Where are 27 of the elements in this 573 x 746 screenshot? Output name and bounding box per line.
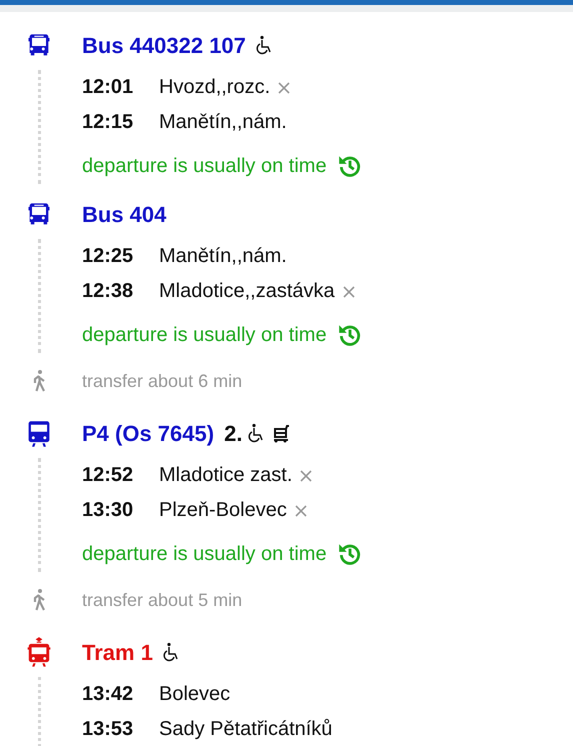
line-title[interactable]: P4 (Os 7645) bbox=[82, 421, 214, 447]
line-title[interactable]: Bus 440322 107 bbox=[82, 33, 246, 59]
stop-name: Manětín,,nám. bbox=[159, 245, 287, 268]
stop-name: Hvozd,,rozc. bbox=[159, 76, 270, 99]
stop-time: 12:52 bbox=[82, 464, 134, 487]
stop-name: Mladotice,,zastávka bbox=[159, 280, 335, 303]
punctuality-text: departure is usually on time bbox=[82, 154, 327, 178]
stop-time: 13:30 bbox=[82, 499, 134, 522]
stop-name: Mladotice zast. bbox=[159, 464, 292, 487]
cart-icon bbox=[272, 424, 290, 444]
stop-time: 13:42 bbox=[82, 683, 134, 706]
stop-time: 12:25 bbox=[82, 245, 134, 268]
stop-name: Plzeň-Bolevec bbox=[159, 499, 287, 522]
stop-name: Manětín,,nám. bbox=[159, 111, 287, 134]
line-title[interactable]: Bus 404 bbox=[82, 202, 166, 228]
stop-name: Sady Pětatřicátníků bbox=[159, 718, 332, 741]
line-title[interactable]: Tram 1 bbox=[82, 640, 153, 666]
transfer-text: transfer about 6 min bbox=[82, 370, 244, 392]
stop-time: 12:15 bbox=[82, 111, 134, 134]
stop-name: Bolevec bbox=[159, 683, 230, 706]
punctuality-text: departure is usually on time bbox=[82, 542, 327, 566]
class-label: 2. bbox=[224, 421, 242, 447]
punctuality-text: departure is usually on time bbox=[82, 324, 327, 346]
stop-time: 13:53 bbox=[82, 718, 134, 741]
transfer-text: transfer about 5 min bbox=[82, 588, 244, 612]
stop-time: 12:38 bbox=[82, 280, 134, 303]
stop-time: 12:01 bbox=[82, 76, 134, 99]
